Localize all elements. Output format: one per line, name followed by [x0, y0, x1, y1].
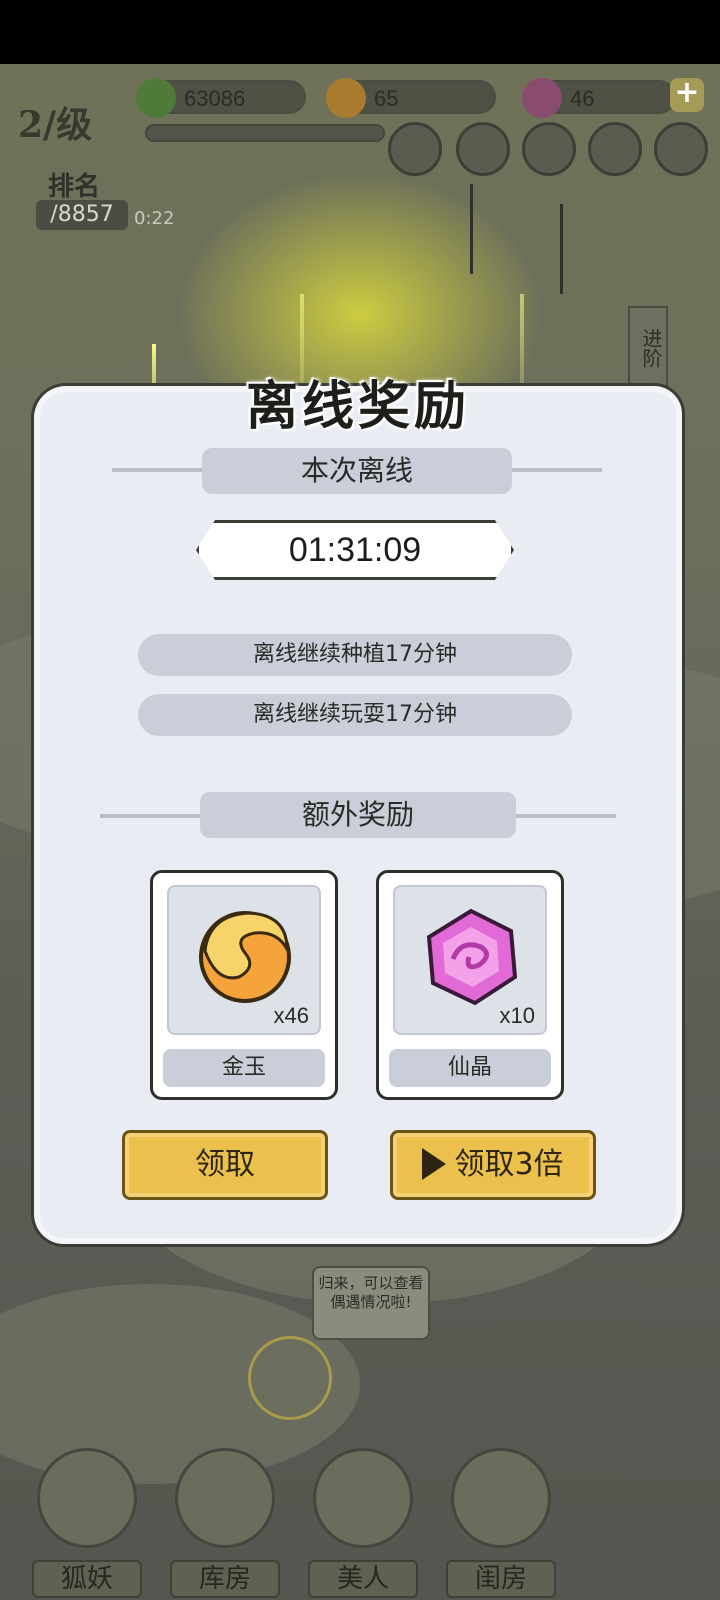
- lady-icon: [313, 1448, 413, 1548]
- resource-gold-value: 65: [374, 86, 399, 111]
- divider-right: [512, 468, 602, 472]
- status-bar: [0, 0, 720, 64]
- add-resource-button[interactable]: +: [670, 78, 704, 112]
- modal-title: 离线奖励: [245, 376, 470, 437]
- divider-left: [112, 468, 202, 472]
- reward-card-gold-jade: x46 金玉: [150, 870, 338, 1100]
- reward-card-crystal: x10 仙晶: [376, 870, 564, 1100]
- reward-qty: x46: [273, 1003, 309, 1028]
- reward-slot: x10: [393, 885, 547, 1035]
- resource-crystal-value: 46: [570, 86, 595, 111]
- resource-jade-pill: 63086: [136, 78, 306, 118]
- claim-button[interactable]: 领取: [122, 1130, 328, 1200]
- reward-slot: x46: [167, 885, 321, 1035]
- rank-value: /8857: [36, 200, 128, 230]
- rank-timer: 0:22: [134, 208, 175, 229]
- wheel-icon[interactable]: [654, 122, 708, 176]
- offline-reward-modal: 离线奖励 本次离线 01:31:09 离线继续种植17分钟 离线继续玩耍17分钟…: [26, 372, 690, 1248]
- offline-info-playing: 离线继续玩耍17分钟: [138, 694, 572, 736]
- nav-chamber-label: 闺房: [446, 1560, 556, 1598]
- nav-chamber[interactable]: 闺房: [446, 1448, 556, 1598]
- nav-fox[interactable]: 狐妖: [32, 1448, 142, 1598]
- reward-name: 金玉: [163, 1049, 325, 1087]
- scroll-icon[interactable]: [388, 122, 442, 176]
- offline-timer: 01:31:09: [196, 520, 514, 580]
- level-badge: 2/级: [18, 104, 93, 146]
- resource-gold-pill: 65: [326, 78, 496, 118]
- reward-qty: x10: [499, 1003, 535, 1028]
- play-icon: [422, 1147, 447, 1180]
- speech-bubble: 归来，可以查看偶遇情况啦!: [312, 1266, 430, 1340]
- fox-icon: [37, 1448, 137, 1548]
- nav-beauty-label: 美人: [308, 1560, 418, 1598]
- compass-icon[interactable]: [456, 122, 510, 176]
- reward-name: 仙晶: [389, 1049, 551, 1087]
- chamber-icon: [451, 1448, 551, 1548]
- leaf-icon: [136, 78, 176, 118]
- crystal-icon: [522, 78, 562, 118]
- bottom-nav: 狐妖 库房 美人 闺房: [0, 1420, 720, 1600]
- chest-icon[interactable]: [522, 122, 576, 176]
- divider-left-2: [100, 814, 200, 818]
- claim-3x-label: 领取3倍: [454, 1147, 564, 1182]
- nav-beauty[interactable]: 美人: [308, 1448, 418, 1598]
- exp-bar: [145, 124, 385, 142]
- nav-storage-label: 库房: [170, 1560, 280, 1598]
- divider-right-2: [516, 814, 616, 818]
- section-offline-header: 本次离线: [202, 448, 512, 494]
- fox-avatar[interactable]: [248, 1336, 332, 1420]
- section-extra-header: 额外奖励: [200, 792, 516, 838]
- claim-3x-button[interactable]: 领取3倍: [390, 1130, 596, 1200]
- offline-info-planting: 离线继续种植17分钟: [138, 634, 572, 676]
- rank-label: 排名: [48, 172, 101, 202]
- claim-label: 领取: [195, 1147, 255, 1182]
- bag-icon: [175, 1448, 275, 1548]
- flower-icon[interactable]: [588, 122, 642, 176]
- resource-jade-value: 63086: [184, 86, 246, 111]
- gold-orb-icon: [326, 78, 366, 118]
- resource-crystal-pill: 46: [522, 78, 676, 118]
- nav-storage[interactable]: 库房: [170, 1448, 280, 1598]
- nav-fox-label: 狐妖: [32, 1560, 142, 1598]
